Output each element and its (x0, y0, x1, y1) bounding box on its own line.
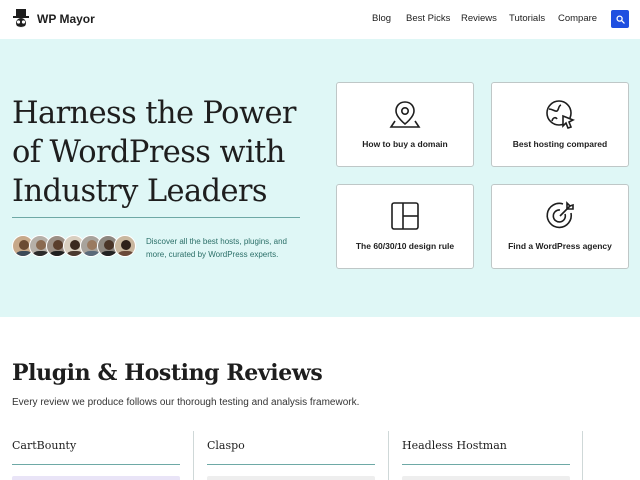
card-label: The 60/30/10 design rule (355, 241, 455, 251)
review-card-cartbounty[interactable]: CartBounty (0, 431, 193, 480)
review-thumbnail (12, 476, 180, 480)
review-thumbnail (207, 476, 375, 480)
reviews-title: Plugin & Hosting Reviews (12, 360, 323, 386)
hero-section: Harness the Power of WordPress with Indu… (0, 39, 640, 317)
card-best-hosting[interactable]: Best hosting compared (491, 82, 629, 167)
review-thumbnail (402, 476, 570, 480)
main-nav: Blog Best Picks Reviews Tutorials Compar… (0, 12, 640, 28)
nav-blog[interactable]: Blog (372, 12, 391, 26)
review-card-headless-hostman[interactable]: Headless Hostman (388, 431, 583, 480)
card-label: Find a WordPress agency (508, 241, 612, 251)
hero-divider (12, 217, 300, 218)
reviews-subtitle: Every review we produce follows our thor… (12, 397, 360, 408)
nav-reviews[interactable]: Reviews (461, 12, 497, 26)
nav-compare[interactable]: Compare (558, 12, 597, 26)
review-column-divider (582, 431, 640, 480)
globe-cursor-icon (492, 97, 628, 131)
nav-best-picks[interactable]: Best Picks (406, 12, 450, 26)
hero-title: Harness the Power of WordPress with Indu… (12, 96, 296, 209)
card-find-agency[interactable]: Find a WordPress agency (491, 184, 629, 269)
review-card-claspo[interactable]: Claspo (193, 431, 388, 480)
nav-tutorials[interactable]: Tutorials (509, 12, 545, 26)
card-label: Best hosting compared (512, 139, 608, 149)
layout-grid-icon (337, 199, 473, 233)
review-name: Headless Hostman (402, 439, 507, 452)
card-design-rule[interactable]: The 60/30/10 design rule (336, 184, 474, 269)
site-header: WP Mayor Blog Best Picks Reviews Tutoria… (0, 0, 640, 39)
review-name: CartBounty (12, 439, 77, 452)
search-button[interactable] (611, 10, 629, 28)
review-name: Claspo (207, 439, 245, 452)
card-buy-domain[interactable]: How to buy a domain (336, 82, 474, 167)
expert-avatars (12, 235, 142, 257)
card-label: How to buy a domain (362, 139, 448, 149)
review-divider (207, 464, 375, 465)
target-icon (492, 199, 628, 233)
search-icon (615, 14, 625, 24)
hero-description: Discover all the best hosts, plugins, an… (146, 237, 287, 259)
avatar (114, 235, 136, 257)
review-divider (12, 464, 180, 465)
review-divider (402, 464, 570, 465)
location-pin-icon (337, 97, 473, 131)
